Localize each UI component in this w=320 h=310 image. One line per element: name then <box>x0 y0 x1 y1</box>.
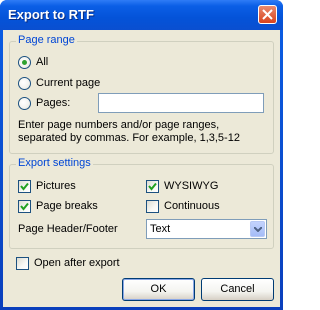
pictures-checkbox[interactable] <box>18 180 31 193</box>
checkmark-icon <box>20 182 29 191</box>
export-settings-group: Export settings Pictures WYSIWYG Page br… <box>9 157 274 249</box>
page-breaks-label[interactable]: Page breaks <box>36 200 98 212</box>
radio-pages[interactable] <box>18 97 31 110</box>
radio-current-page[interactable] <box>18 77 31 90</box>
radio-pages-label[interactable]: Pages: <box>36 97 70 109</box>
page-range-hint-line1: Enter page numbers and/or page ranges, <box>18 119 220 131</box>
continuous-checkbox[interactable] <box>146 200 159 213</box>
page-range-group: Page range All Current page Pages: Enter… <box>9 34 274 154</box>
header-footer-value: Text <box>150 223 171 235</box>
dropdown-button[interactable] <box>250 221 265 237</box>
pictures-label[interactable]: Pictures <box>36 180 76 192</box>
title-bar[interactable]: Export to RTF <box>0 0 283 30</box>
header-footer-select[interactable]: Text <box>146 219 267 239</box>
header-footer-label: Page Header/Footer <box>18 223 118 235</box>
chevron-down-icon <box>254 227 262 232</box>
page-breaks-checkbox[interactable] <box>18 200 31 213</box>
continuous-label[interactable]: Continuous <box>164 200 220 212</box>
page-range-hint-line2: separated by commas. For example, 1,3,5-… <box>18 132 240 144</box>
ok-button[interactable]: OK <box>122 278 195 301</box>
dialog-body: Page range All Current page Pages: Enter… <box>3 30 280 307</box>
open-after-export-label[interactable]: Open after export <box>34 257 120 269</box>
radio-selected-dot <box>22 60 27 65</box>
radio-current-page-label[interactable]: Current page <box>36 77 100 89</box>
radio-all[interactable] <box>18 56 31 69</box>
wysiwyg-label[interactable]: WYSIWYG <box>164 180 218 192</box>
wysiwyg-checkbox[interactable] <box>146 180 159 193</box>
open-after-export-checkbox[interactable] <box>16 257 29 270</box>
page-range-legend: Page range <box>16 34 77 46</box>
checkmark-icon <box>148 182 157 191</box>
radio-all-label[interactable]: All <box>36 56 48 68</box>
dialog-title: Export to RTF <box>8 7 94 22</box>
close-button[interactable] <box>258 5 277 24</box>
export-dialog: Export to RTF Page range All Current pag… <box>0 0 283 310</box>
cancel-button[interactable]: Cancel <box>201 278 274 301</box>
export-settings-legend: Export settings <box>16 157 93 169</box>
close-icon <box>262 9 273 20</box>
checkmark-icon <box>20 202 29 211</box>
pages-input[interactable] <box>98 93 264 113</box>
